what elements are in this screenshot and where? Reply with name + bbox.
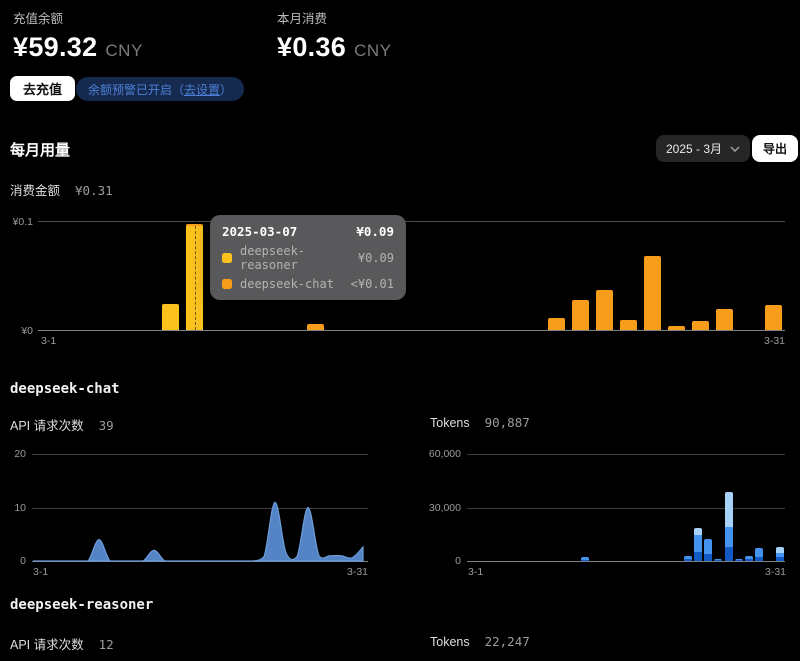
month-spend-currency: CNY: [354, 41, 391, 61]
chat-requests-metric: API 请求次数 39: [10, 415, 114, 434]
tok-ytick-60000: 60,000: [401, 448, 461, 460]
chart-tooltip: 2025-03-07 ¥0.09 deepseek-reasoner ¥0.09…: [210, 215, 406, 300]
tooltip-date: 2025-03-07: [222, 224, 297, 239]
reasoner-requests-metric: API 请求次数 12: [10, 634, 114, 653]
tooltip-reasoner-label: deepseek-reasoner: [240, 244, 358, 272]
monthly-xtick-end: 3-31: [725, 335, 785, 347]
tok-gridline-60000: [467, 454, 785, 455]
tok-xtick-start: 3-1: [468, 566, 483, 578]
month-spend-stat: 本月消费 ¥0.36 CNY: [277, 8, 391, 63]
recharge-button[interactable]: 去充值: [10, 76, 75, 101]
monthly-spend-metric-value: ¥0.31: [75, 183, 113, 198]
balance-stat: 充值余额 ¥59.32 CNY: [13, 8, 143, 63]
monthly-usage-title: 每月用量: [10, 139, 70, 160]
tok-xtick-end: 3-31: [726, 566, 786, 578]
req-ytick-10: 10: [0, 502, 26, 514]
tooltip-row-chat: deepseek-chat <¥0.01: [222, 277, 394, 291]
reasoner-model-title: deepseek-reasoner: [10, 597, 153, 613]
monthly-ytick-max: ¥0.1: [0, 216, 33, 228]
balance-label: 充值余额: [13, 8, 143, 27]
balance-currency: CNY: [105, 41, 142, 61]
chevron-down-icon: [730, 146, 740, 152]
reasoner-tokens-metric: Tokens 22,247: [430, 634, 530, 649]
tok-axis: [467, 561, 785, 562]
chat-model-title: deepseek-chat: [10, 381, 120, 397]
usage-dashboard: { "header": { "balance_label": "充值余额", "…: [0, 0, 800, 661]
chat-requests-value: 39: [99, 418, 114, 433]
alert-badge-text-suffix: ）: [220, 81, 232, 98]
alert-badge-text: 余额预警已开启（: [88, 81, 184, 98]
chat-tokens-metric: Tokens 90,887: [430, 415, 530, 430]
tok-ytick-30000: 30,000: [401, 502, 461, 514]
monthly-xtick-start: 3-1: [41, 335, 56, 347]
req-xtick-end: 3-31: [330, 566, 368, 578]
chat-tokens-label: Tokens: [430, 416, 470, 430]
chat-requests-label: API 请求次数: [10, 415, 84, 434]
reasoner-tokens-value: 22,247: [485, 634, 530, 649]
alert-settings-link[interactable]: 去设置: [184, 81, 220, 98]
tok-gridline-30000: [467, 508, 785, 509]
monthly-axis: [38, 330, 785, 331]
month-selector[interactable]: 2025 - 3月: [656, 135, 750, 162]
tooltip-row-reasoner: deepseek-reasoner ¥0.09: [222, 244, 394, 272]
balance-value: ¥59.32: [13, 32, 97, 63]
req-xtick-start: 3-1: [33, 566, 48, 578]
req-ytick-0: 0: [0, 555, 26, 567]
monthly-gridline-top: [38, 221, 785, 222]
monthly-spend-metric: 消费金额 ¥0.31: [10, 180, 113, 199]
tok-ytick-0: 0: [401, 555, 461, 567]
export-button[interactable]: 导出: [752, 135, 798, 162]
month-spend-value: ¥0.36: [277, 32, 346, 63]
monthly-spend-metric-label: 消费金额: [10, 180, 60, 199]
chat-swatch-icon: [222, 279, 232, 289]
balance-alert-badge[interactable]: 余额预警已开启（去设置）: [76, 77, 244, 101]
monthly-ytick-zero: ¥0: [0, 325, 33, 337]
reasoner-swatch-icon: [222, 253, 232, 263]
month-spend-label: 本月消费: [277, 8, 391, 27]
reasoner-requests-value: 12: [99, 637, 114, 652]
reasoner-tokens-label: Tokens: [430, 635, 470, 649]
tooltip-chat-value: <¥0.01: [351, 277, 394, 291]
month-selector-value: 2025 - 3月: [666, 140, 722, 157]
chat-requests-chart[interactable]: [32, 440, 368, 564]
tooltip-reasoner-value: ¥0.09: [358, 251, 394, 265]
tooltip-total: ¥0.09: [356, 224, 394, 239]
chat-tokens-value: 90,887: [485, 415, 530, 430]
reasoner-requests-label: API 请求次数: [10, 634, 84, 653]
tooltip-chat-label: deepseek-chat: [240, 277, 351, 291]
req-ytick-20: 20: [0, 448, 26, 460]
